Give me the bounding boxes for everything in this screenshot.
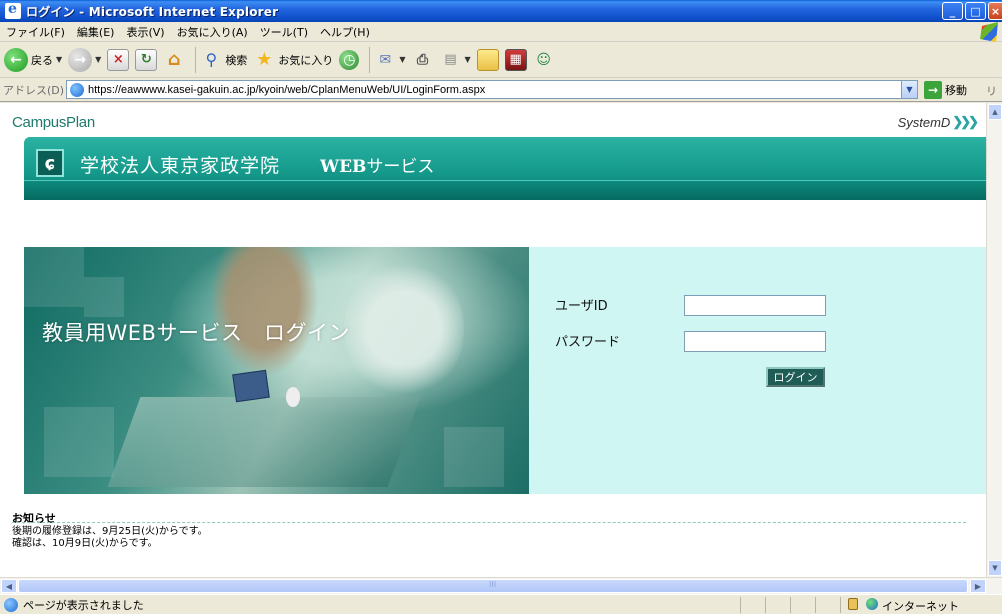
back-dropdown-icon[interactable]: ▼ bbox=[56, 55, 62, 64]
address-input[interactable]: https://eawwww.kasei-gakuin.ac.jp/kyoin/… bbox=[66, 80, 918, 99]
scroll-left-icon[interactable]: ◀ bbox=[1, 579, 17, 593]
history-icon: ◷ bbox=[339, 49, 360, 70]
back-label: 戻る bbox=[31, 53, 53, 67]
home-button[interactable]: ⌂ bbox=[163, 45, 185, 75]
horizontal-scroll-thumb[interactable] bbox=[18, 579, 968, 593]
menu-favorites[interactable]: お気に入り(A) bbox=[177, 24, 248, 40]
windows-logo-icon bbox=[980, 22, 998, 42]
mail-button[interactable]: ✉ ▼ bbox=[374, 45, 405, 75]
systemd-logo: SystemD ❯❯❯ bbox=[897, 114, 979, 130]
search-label: 検索 bbox=[225, 53, 248, 67]
maximize-button[interactable]: □ bbox=[965, 2, 986, 20]
close-button[interactable]: × bbox=[988, 2, 1002, 20]
password-label: パスワード bbox=[555, 335, 621, 350]
address-bar: アドレス(D) https://eawwww.kasei-gakuin.ac.j… bbox=[0, 78, 1002, 114]
status-text: ページが表示されました bbox=[23, 598, 144, 612]
back-arrow-icon: ← bbox=[4, 47, 28, 72]
stop-button[interactable]: × bbox=[107, 45, 130, 75]
messenger-icon: ☺ bbox=[536, 51, 551, 68]
security-zone-text: インターネット bbox=[882, 600, 959, 613]
scroll-up-icon[interactable]: ▲ bbox=[988, 104, 1002, 120]
menu-help[interactable]: ヘルプ(H) bbox=[320, 24, 370, 40]
printer-icon: ⎙ bbox=[416, 51, 429, 68]
address-label: アドレス(D) bbox=[3, 83, 65, 97]
folder-button[interactable] bbox=[476, 45, 499, 75]
hero-image: 教員用WEBサービス ログイン bbox=[24, 247, 529, 494]
title-bar: ログイン - Microsoft Internet Explorer _ □ × bbox=[0, 0, 1002, 22]
home-icon: ⌂ bbox=[167, 49, 181, 70]
refresh-icon: ↻ bbox=[135, 48, 158, 71]
go-label: 移動 bbox=[945, 84, 967, 97]
ie-app-icon[interactable] bbox=[5, 1, 21, 19]
search-icon: ⚲ bbox=[205, 50, 218, 69]
go-arrow-icon: → bbox=[924, 81, 942, 99]
search-button[interactable]: ⚲ 検索 bbox=[200, 45, 247, 75]
password-input[interactable] bbox=[684, 331, 826, 352]
page-done-icon bbox=[4, 597, 18, 612]
scroll-down-icon[interactable]: ▼ bbox=[988, 560, 1002, 576]
service-prefix: WEB bbox=[320, 157, 367, 177]
back-button[interactable]: ← 戻る ▼ bbox=[4, 45, 62, 75]
research-button[interactable]: ▦ bbox=[504, 45, 527, 75]
folder-icon bbox=[476, 48, 499, 71]
forward-dropdown-icon[interactable]: ▼ bbox=[95, 55, 101, 64]
menu-edit[interactable]: 編集(E) bbox=[77, 24, 115, 40]
print-button[interactable]: ⎙ bbox=[411, 45, 433, 75]
systemd-chevron-icon: ❯❯❯ bbox=[952, 114, 979, 129]
edit-button[interactable]: ▤ ▼ bbox=[439, 45, 470, 75]
notice-title: お知らせ bbox=[12, 512, 56, 525]
favorites-button[interactable]: ★ お気に入り bbox=[253, 45, 333, 75]
page-favicon-icon bbox=[70, 82, 84, 97]
scroll-right-icon[interactable]: ▶ bbox=[970, 579, 986, 593]
hero-title: 教員用WEBサービス ログイン bbox=[42, 321, 350, 345]
menu-bar: ファイル(F) 編集(E) 表示(V) お気に入り(A) ツール(T) ヘルプ(… bbox=[0, 22, 1002, 42]
notice-line-2: 確認は、10月9日(火)からです。 bbox=[12, 538, 158, 549]
mail-dropdown-icon[interactable]: ▼ bbox=[399, 55, 405, 64]
stop-icon: × bbox=[107, 48, 130, 71]
edit-dropdown-icon[interactable]: ▼ bbox=[464, 55, 470, 64]
history-button[interactable]: ◷ bbox=[339, 45, 360, 75]
menu-tools[interactable]: ツール(T) bbox=[260, 24, 308, 40]
systemd-logo-text: SystemD bbox=[897, 114, 951, 130]
notice-line-1: 後期の履修登録は、9月25日(火)からです。 bbox=[12, 526, 208, 537]
toolbar: ← 戻る ▼ → ▼ × ↻ ⌂ ⚲ 検索 ★ お気に入り ◷ ✉ ▼ ⎙ ▤ … bbox=[0, 42, 1002, 78]
service-name: WEBサービス bbox=[320, 152, 434, 177]
forward-arrow-icon: → bbox=[68, 47, 93, 72]
horizontal-scrollbar[interactable]: ◀ ▶ bbox=[0, 577, 1002, 594]
vertical-scrollbar[interactable]: ▲ ▼ bbox=[986, 103, 1002, 577]
user-id-input[interactable] bbox=[684, 295, 826, 316]
lock-icon[interactable] bbox=[848, 598, 858, 610]
forward-button[interactable]: → ▼ bbox=[68, 45, 101, 75]
school-emblem-icon: ɕ bbox=[36, 149, 64, 177]
school-name: 学校法人東京家政学院 bbox=[80, 155, 281, 177]
header-band: ɕ 学校法人東京家政学院 WEBサービス bbox=[24, 137, 986, 200]
campusplan-logo: CampusPlan bbox=[12, 114, 95, 131]
notice-divider bbox=[12, 522, 966, 523]
login-button[interactable]: ログイン bbox=[766, 367, 825, 387]
messenger-button[interactable]: ☺ bbox=[533, 45, 555, 75]
page-viewport: CampusPlan SystemD ❯❯❯ ɕ 学校法人東京家政学院 WEBサ… bbox=[0, 103, 986, 577]
go-button[interactable]: → 移動 bbox=[924, 81, 967, 99]
address-dropdown-icon[interactable]: ▼ bbox=[901, 81, 917, 98]
service-suffix: サービス bbox=[366, 157, 435, 177]
menu-view[interactable]: 表示(V) bbox=[126, 24, 164, 40]
menu-file[interactable]: ファイル(F) bbox=[6, 24, 65, 40]
address-url[interactable]: https://eawwww.kasei-gakuin.ac.jp/kyoin/… bbox=[88, 84, 485, 96]
login-panel: ユーザID パスワード ログイン bbox=[529, 247, 986, 494]
status-bar: ページが表示されました インターネット bbox=[0, 594, 1002, 614]
document-icon: ▤ bbox=[444, 52, 457, 67]
mail-icon: ✉ bbox=[379, 51, 392, 68]
user-id-label: ユーザID bbox=[555, 299, 608, 314]
minimize-button[interactable]: _ bbox=[942, 2, 963, 20]
research-icon: ▦ bbox=[504, 48, 527, 71]
refresh-button[interactable]: ↻ bbox=[135, 45, 158, 75]
internet-zone-icon bbox=[866, 598, 878, 610]
star-icon: ★ bbox=[256, 49, 273, 70]
favorites-label: お気に入り bbox=[278, 53, 334, 67]
window-title: ログイン - Microsoft Internet Explorer bbox=[26, 4, 279, 19]
